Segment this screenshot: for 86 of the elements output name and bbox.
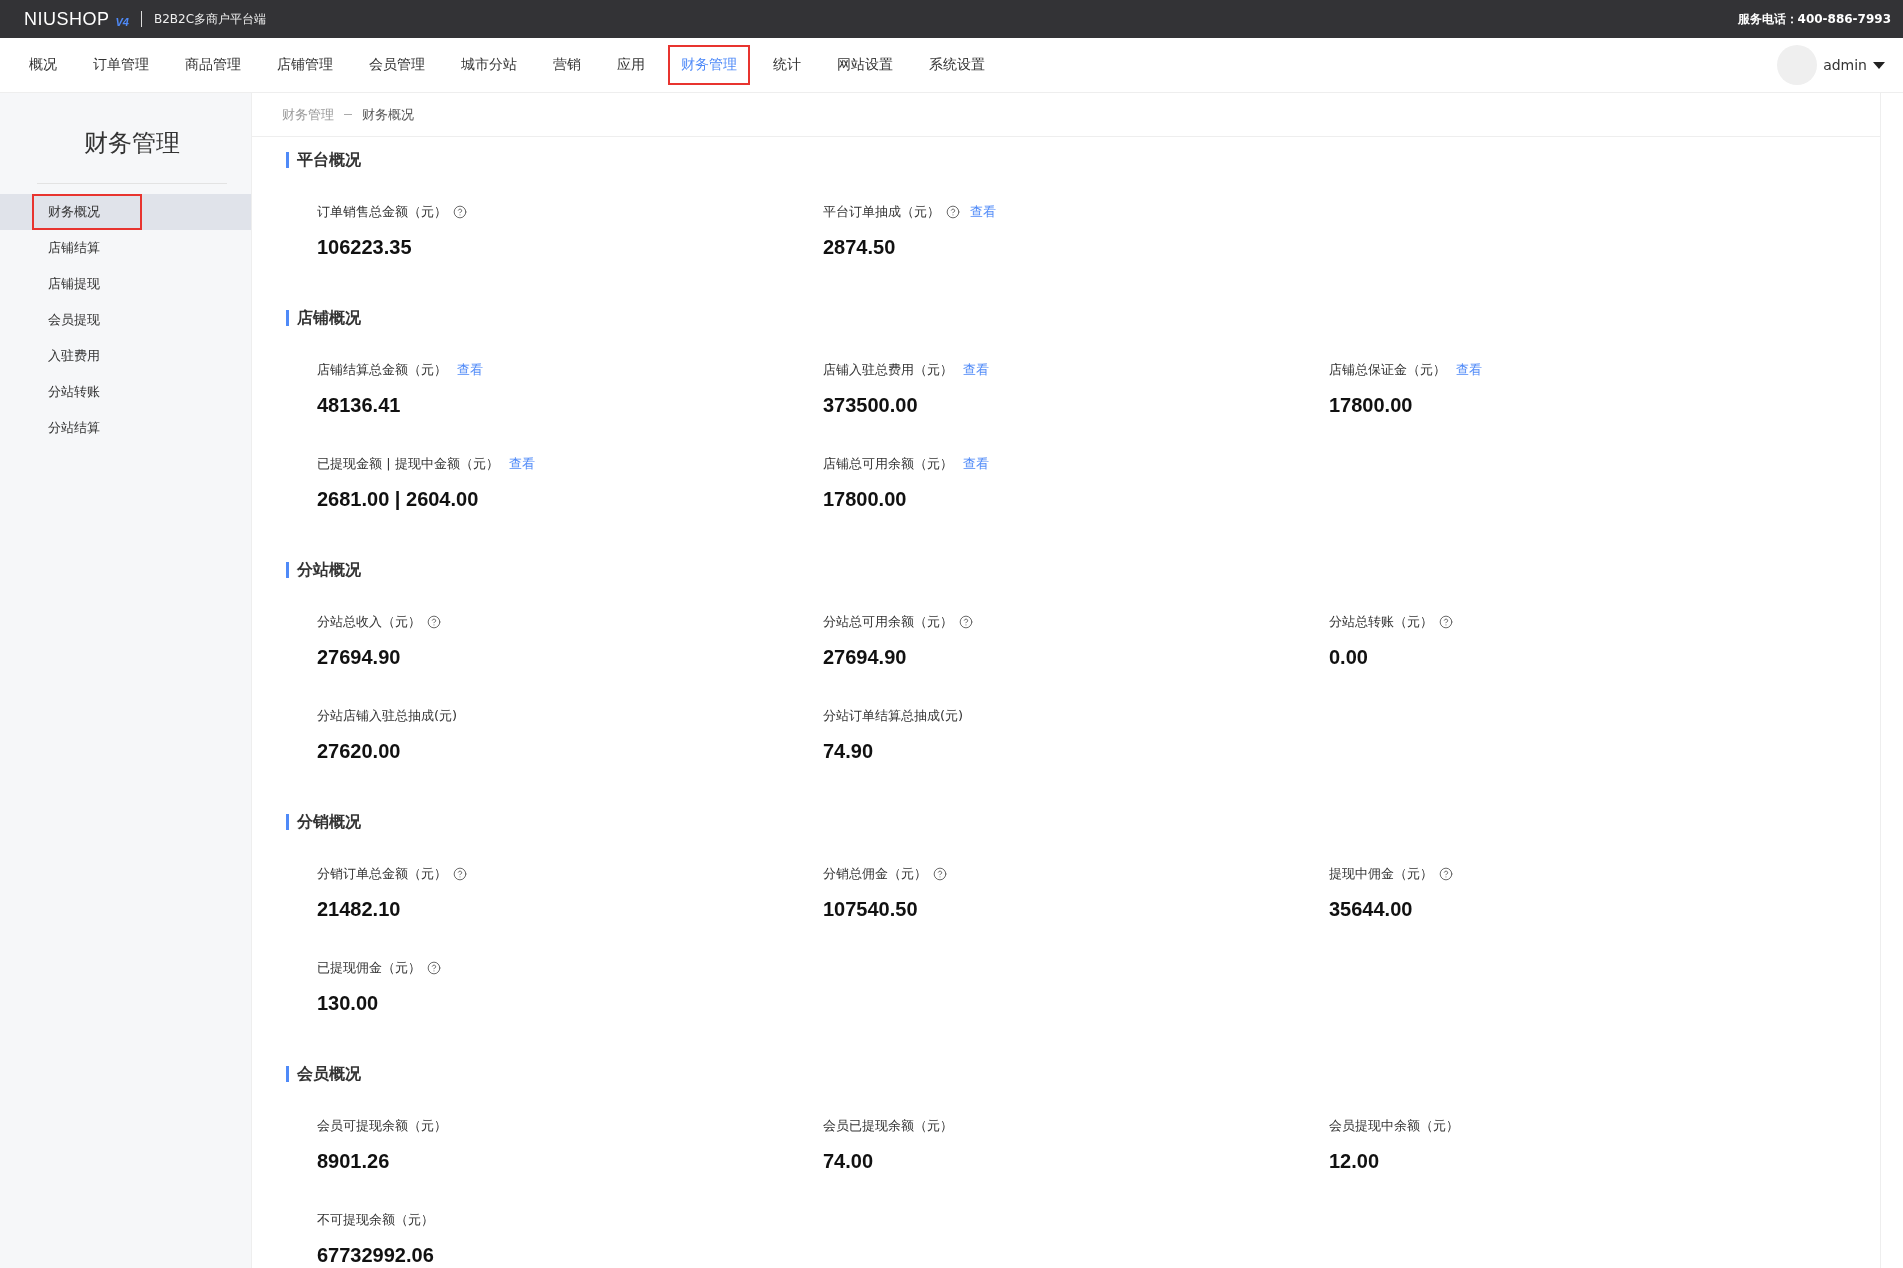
help-icon[interactable] bbox=[933, 867, 947, 881]
stat-label: 店铺入驻总费用（元） bbox=[823, 361, 953, 379]
stat-value: 67732992.06 bbox=[317, 1243, 435, 1268]
view-link[interactable]: 查看 bbox=[963, 455, 989, 473]
logo-text: NIUSHOP bbox=[24, 8, 110, 30]
stat-label: 已提现佣金（元） bbox=[317, 959, 421, 977]
nav-tab[interactable]: 概况 bbox=[16, 45, 70, 85]
help-icon[interactable] bbox=[946, 205, 960, 219]
nav-tab[interactable]: 系统设置 bbox=[916, 45, 998, 85]
stat-value: 8901.26 bbox=[317, 1149, 391, 1174]
stat-label: 平台订单抽成（元） bbox=[823, 203, 940, 221]
user-name[interactable]: admin bbox=[1823, 57, 1867, 73]
help-icon[interactable] bbox=[1439, 615, 1453, 629]
stat-value: 12.00 bbox=[1329, 1149, 1381, 1174]
service-phone: 服务电话：400-886-7993 bbox=[1737, 10, 1891, 28]
stat-label: 店铺结算总金额（元） bbox=[317, 361, 447, 379]
stat-value: 27620.00 bbox=[317, 739, 402, 764]
stat-label: 分站总可用余额（元） bbox=[823, 613, 953, 631]
stat-value: 74.90 bbox=[823, 739, 875, 764]
help-icon[interactable] bbox=[427, 961, 441, 975]
stat-label: 店铺总可用余额（元） bbox=[823, 455, 953, 473]
nav-tab[interactable]: 会员管理 bbox=[356, 45, 438, 85]
stat-value: 2681.00 | 2604.00 bbox=[317, 487, 480, 512]
nav-tab[interactable]: 应用 bbox=[604, 45, 658, 85]
stat-value: 27694.90 bbox=[317, 645, 402, 670]
stat-value: 17800.00 bbox=[823, 487, 908, 512]
help-icon[interactable] bbox=[453, 205, 467, 219]
stat-label: 分站订单结算总抽成(元) bbox=[823, 707, 964, 725]
stat-label: 分站店铺入驻总抽成(元) bbox=[317, 707, 458, 725]
caret-icon[interactable] bbox=[1873, 61, 1885, 69]
stat-label: 分站总转账（元） bbox=[1329, 613, 1433, 631]
help-icon[interactable] bbox=[427, 615, 441, 629]
logo-version: V4 bbox=[115, 16, 129, 28]
nav-tab[interactable]: 统计 bbox=[760, 45, 814, 85]
nav-tab[interactable]: 店铺管理 bbox=[264, 45, 346, 85]
section-title: 分销概况 bbox=[286, 814, 1880, 830]
breadcrumb-link[interactable]: 财务概况 bbox=[362, 105, 414, 124]
view-link[interactable]: 查看 bbox=[508, 455, 535, 473]
stat-value: 106223.35 bbox=[317, 235, 413, 260]
stat-label: 提现中佣金（元） bbox=[1329, 865, 1433, 883]
view-link[interactable]: 查看 bbox=[963, 361, 989, 379]
stat-label: 已提现金额 | 提现中金额（元） bbox=[317, 455, 499, 473]
help-icon[interactable] bbox=[959, 615, 973, 629]
stat-label: 分销总佣金（元） bbox=[823, 865, 927, 883]
stat-label: 会员可提现余额（元） bbox=[317, 1117, 447, 1135]
stat-label: 会员已提现余额（元） bbox=[823, 1117, 953, 1135]
stat-value: 373500.00 bbox=[823, 393, 919, 418]
nav-tab[interactable]: 营销 bbox=[540, 45, 594, 85]
sidebar-item[interactable]: 分站结算 bbox=[0, 410, 251, 446]
stat-value: 21482.10 bbox=[317, 897, 402, 922]
section-title: 店铺概况 bbox=[286, 310, 1880, 326]
stat-value: 74.00 bbox=[823, 1149, 875, 1174]
view-link[interactable]: 查看 bbox=[457, 361, 483, 379]
nav-tab[interactable]: 城市分站 bbox=[448, 45, 530, 85]
platform-name: B2B2C多商户平台端 bbox=[154, 10, 267, 28]
stat-value: 2874.50 bbox=[823, 235, 897, 260]
help-icon[interactable] bbox=[1439, 867, 1453, 881]
stat-label: 分站总收入（元） bbox=[317, 613, 421, 631]
view-link[interactable]: 查看 bbox=[1456, 361, 1482, 379]
sidebar-title: 财务管理 bbox=[37, 93, 227, 184]
stat-label: 店铺总保证金（元） bbox=[1329, 361, 1446, 379]
stat-label: 不可提现余额（元） bbox=[317, 1211, 434, 1229]
section-title: 平台概况 bbox=[286, 152, 1880, 168]
nav-tab[interactable]: 商品管理 bbox=[172, 45, 254, 85]
sidebar-item[interactable]: 财务概况 bbox=[0, 194, 251, 230]
stat-label: 订单销售总金额（元） bbox=[317, 203, 447, 221]
nav-tab[interactable]: 网站设置 bbox=[824, 45, 906, 85]
stat-value: 130.00 bbox=[317, 991, 380, 1016]
sidebar-item[interactable]: 分站转账 bbox=[0, 374, 251, 410]
stat-value: 35644.00 bbox=[1329, 897, 1414, 922]
stat-label: 会员提现中余额（元） bbox=[1329, 1117, 1459, 1135]
stat-label: 分销订单总金额（元） bbox=[317, 865, 447, 883]
stat-value: 107540.50 bbox=[823, 897, 919, 922]
sidebar-item[interactable]: 会员提现 bbox=[0, 302, 251, 338]
stat-value: 0.00 bbox=[1329, 645, 1369, 670]
section-title: 分站概况 bbox=[286, 562, 1880, 578]
sidebar-item[interactable]: 入驻费用 bbox=[0, 338, 251, 374]
section-title: 会员概况 bbox=[286, 1066, 1880, 1082]
stat-value: 27694.90 bbox=[823, 645, 908, 670]
view-link[interactable]: 查看 bbox=[970, 203, 996, 221]
sidebar-item[interactable]: 店铺提现 bbox=[0, 266, 251, 302]
nav-tab[interactable]: 订单管理 bbox=[80, 45, 162, 85]
stat-value: 48136.41 bbox=[317, 393, 402, 418]
help-icon[interactable] bbox=[453, 867, 467, 881]
stat-value: 17800.00 bbox=[1329, 393, 1414, 418]
sidebar-item[interactable]: 店铺结算 bbox=[0, 230, 251, 266]
